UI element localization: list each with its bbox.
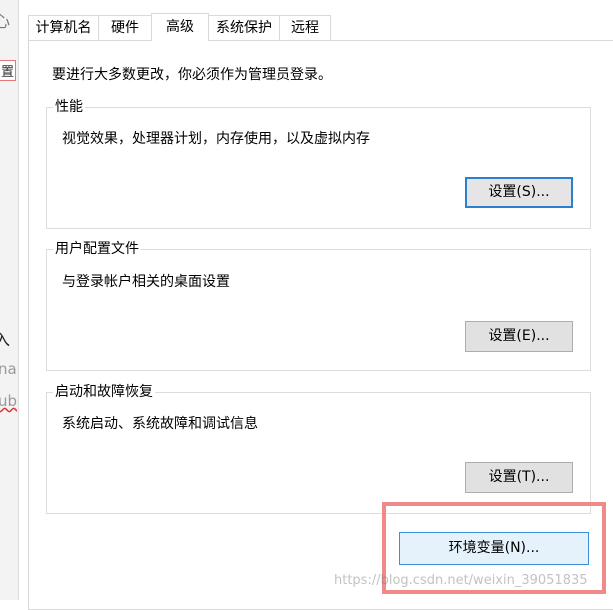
watermark: https://blog.csdn.net/weixin_39051835 [334, 573, 588, 588]
background-text: na [0, 360, 17, 378]
startup-recovery-desc: 系统启动、系统故障和调试信息 [62, 416, 258, 432]
tab-system-protection[interactable]: 系统保护 [208, 15, 280, 40]
performance-group: 性能 视觉效果，处理器计划，内存使用，以及虚拟内存 [46, 98, 591, 229]
background-text: 心 [0, 8, 10, 32]
startup-recovery-settings-button[interactable]: 设置(T)... [465, 462, 573, 493]
tab-advanced[interactable]: 高级 [151, 13, 209, 41]
user-profiles-settings-button[interactable]: 设置(E)... [465, 321, 573, 352]
startup-recovery-title: 启动和故障恢复 [53, 383, 155, 401]
performance-settings-button[interactable]: 设置(S)... [465, 177, 573, 208]
background-text: 入 [0, 326, 10, 350]
tab-remote[interactable]: 远程 [279, 15, 331, 40]
startup-recovery-group: 启动和故障恢复 系统启动、系统故障和调试信息 [46, 383, 591, 514]
performance-desc: 视觉效果，处理器计划，内存使用，以及虚拟内存 [62, 131, 370, 147]
background-text: ub [0, 392, 18, 410]
background-text: 置 [0, 60, 17, 81]
user-profiles-title: 用户配置文件 [53, 240, 141, 258]
tab-hardware[interactable]: 硬件 [98, 15, 152, 40]
user-profiles-group: 用户配置文件 与登录帐户相关的桌面设置 [46, 240, 591, 371]
tab-computer-name[interactable]: 计算机名 [28, 15, 99, 40]
performance-title: 性能 [53, 98, 85, 116]
background-window-strip: 心 置 入 na ub [0, 0, 19, 600]
user-profiles-desc: 与登录帐户相关的桌面设置 [62, 274, 230, 290]
admin-notice: 要进行大多数更改，你必须作为管理员登录。 [52, 67, 332, 83]
